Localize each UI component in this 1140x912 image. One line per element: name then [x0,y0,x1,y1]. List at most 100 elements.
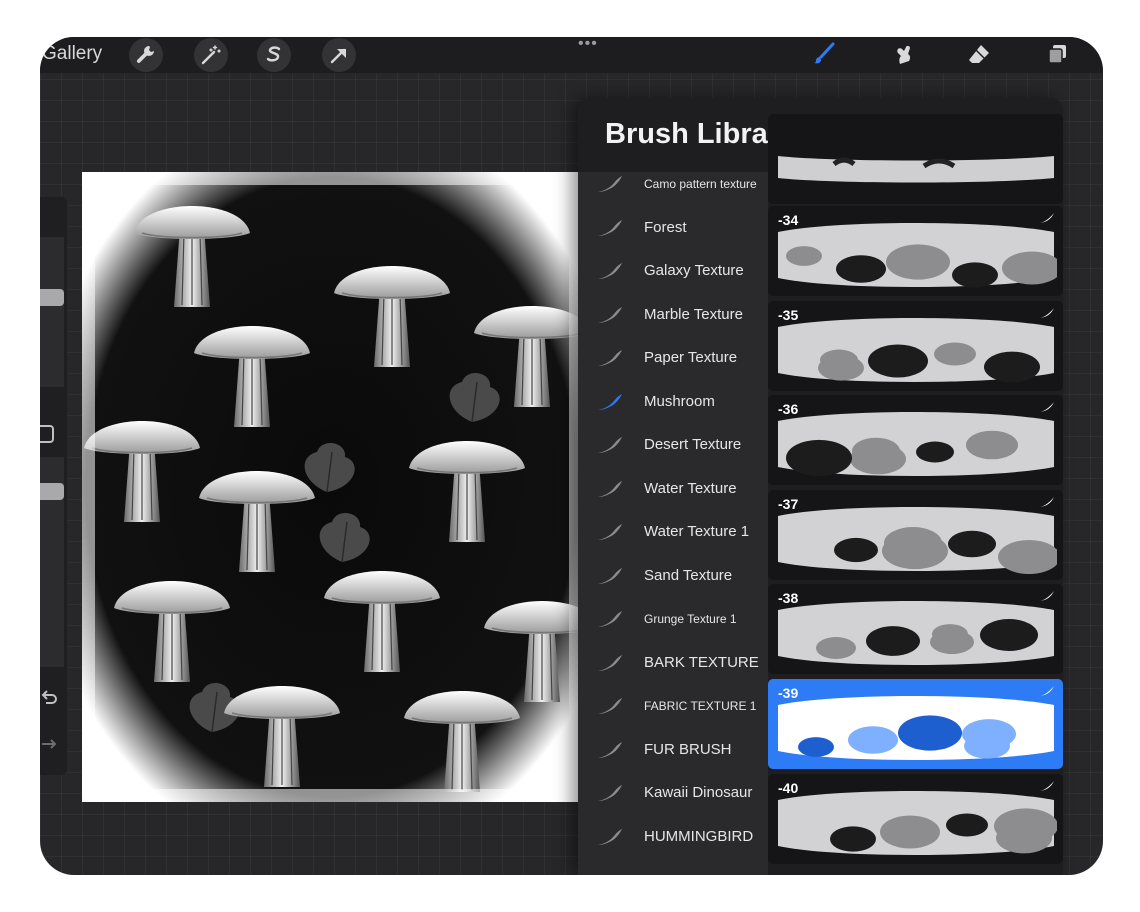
brush-item[interactable]: -35 [768,300,1063,391]
brush-library-title: Brush Library [605,118,796,150]
brush-set-label: Mushroom [644,392,715,410]
brush-stroke-mini-icon [1040,591,1054,602]
brush-stroke-preview [778,790,1057,855]
brush-name: -40 [778,779,799,796]
brush-stroke-icon [598,741,622,758]
brush-stroke-icon [598,480,622,497]
brush-stroke-preview [778,696,1054,760]
device-frame: Gallery ••• Brush Library Camo pattern t… [0,0,1140,912]
brush-stroke-preview [778,601,1054,666]
top-toolbar: Gallery ••• [40,37,1103,73]
brush-set-item[interactable]: HUMMINGBIRD [578,815,768,858]
brush-stroke-icon [598,828,622,845]
eraser-icon[interactable] [961,37,997,71]
procreate-screen: Gallery ••• Brush Library Camo pattern t… [40,37,1103,875]
brush-set-item[interactable]: Galaxy Texture [578,249,768,292]
undo-icon[interactable] [40,689,58,707]
brush-library-panel: Brush Library Camo pattern texture Forest… [578,98,1063,875]
brush-stroke-icon [598,350,622,366]
gallery-button[interactable]: Gallery [42,43,102,65]
brush-stroke-icon [598,654,622,671]
modify-button[interactable] [40,425,54,443]
brush-set-label: FABRIC TEXTURE 1 [644,698,757,713]
brush-stroke-mini-icon [1040,780,1054,791]
brush-name: -34 [778,212,799,228]
brush-set-label: Water Texture [644,479,737,497]
brush-item[interactable]: -34 [768,206,1063,296]
brush-set-label: FUR BRUSH [644,740,732,758]
brush-item[interactable]: -38 [768,584,1063,675]
brush-icon[interactable] [806,37,842,71]
brush-set-item[interactable]: Mushroom [578,380,768,423]
brush-set-item[interactable]: Paper Texture [578,336,768,379]
brush-stroke-mini-icon [1040,496,1054,507]
brush-set-item[interactable]: Forest [578,206,768,249]
brush-stroke-icon [598,176,622,192]
brush-stroke-preview [778,223,1057,288]
brush-set-item[interactable]: Grunge Texture 1 [578,597,768,640]
brush-set-label: Grunge Texture 1 [644,611,737,626]
brush-set-item[interactable]: Camo pattern texture [578,162,768,205]
brush-set-label: HUMMINGBIRD [644,827,754,845]
mushroom-pattern-artwork [82,172,582,802]
brush-set-item[interactable]: Water Texture [578,467,768,510]
brush-stroke-icon [598,393,622,410]
brush-set-label: Sand Texture [644,566,733,584]
left-sidebar [40,197,67,775]
brush-preview-partial[interactable] [768,114,1063,204]
arrow-icon[interactable] [322,38,356,72]
drawing-canvas[interactable] [82,172,582,802]
brush-name: -39 [778,685,799,701]
brush-set-list: Camo pattern texture Forest Galaxy Texture… [578,172,768,875]
brush-set-item[interactable]: FUR BRUSH [578,728,768,771]
brush-set-item[interactable]: FABRIC TEXTURE 1 [578,684,768,727]
brush-set-label: BARK TEXTURE [644,653,759,671]
brush-stroke-icon [598,219,622,236]
brush-set-label: Paper Texture [644,349,738,366]
brush-set-label: Forest [644,218,687,236]
brush-item[interactable]: -40 [768,773,1063,864]
brush-stroke-icon [598,437,622,453]
brush-stroke-preview [778,317,1054,382]
brush-stroke-icon [598,524,622,540]
brush-set-item[interactable]: Kawaii Dinosaur [578,771,768,814]
brush-stroke-icon [598,698,622,714]
smudge-icon[interactable] [884,37,920,71]
redo-icon[interactable] [40,735,58,753]
brush-stroke-mini-icon [1040,307,1054,318]
selection-s-icon[interactable] [257,38,291,72]
brush-set-item[interactable]: BARK TEXTURE [578,641,768,684]
brush-set-label: Desert Texture [644,436,742,453]
brush-item[interactable]: -37 [768,489,1063,580]
brush-stroke-icon [598,785,622,801]
brush-set-label: Galaxy Texture [644,262,744,279]
brush-set-item[interactable]: Water Texture 1 [578,510,768,553]
brush-stroke-icon [598,263,622,279]
layers-icon[interactable] [1039,37,1075,71]
brush-set-label: Water Texture 1 [644,523,750,540]
toolbar-grabber[interactable]: ••• [578,37,598,53]
brush-list: -34 -35 -36 -37 -38 -39 -40 [768,114,1063,875]
brush-set-label: Marble Texture [644,305,743,323]
brush-size-slider[interactable] [40,289,64,306]
brush-set-item[interactable]: Sand Texture [578,554,768,597]
brush-stroke-icon [598,567,622,584]
magic-wand-icon[interactable] [194,38,228,72]
brush-size-track[interactable] [40,237,64,387]
brush-set-item[interactable]: Marble Texture [578,293,768,336]
brush-name: -35 [778,306,799,323]
brush-set-label: Kawaii Dinosaur [644,784,753,801]
brush-item[interactable]: -36 [768,395,1063,486]
brush-set-label: Camo pattern texture [644,176,757,191]
brush-item[interactable]: -39 [768,679,1063,769]
brush-stroke-icon [598,611,622,627]
opacity-slider[interactable] [40,483,64,500]
brush-stroke-preview [778,156,1054,183]
wrench-icon[interactable] [129,38,163,72]
brush-name: -36 [778,401,799,418]
brush-stroke-mini-icon [1040,402,1054,413]
brush-stroke-icon [598,306,622,323]
brush-name: -37 [778,495,799,512]
brush-set-item[interactable]: Desert Texture [578,423,768,466]
brush-stroke-mini-icon [1040,686,1054,696]
